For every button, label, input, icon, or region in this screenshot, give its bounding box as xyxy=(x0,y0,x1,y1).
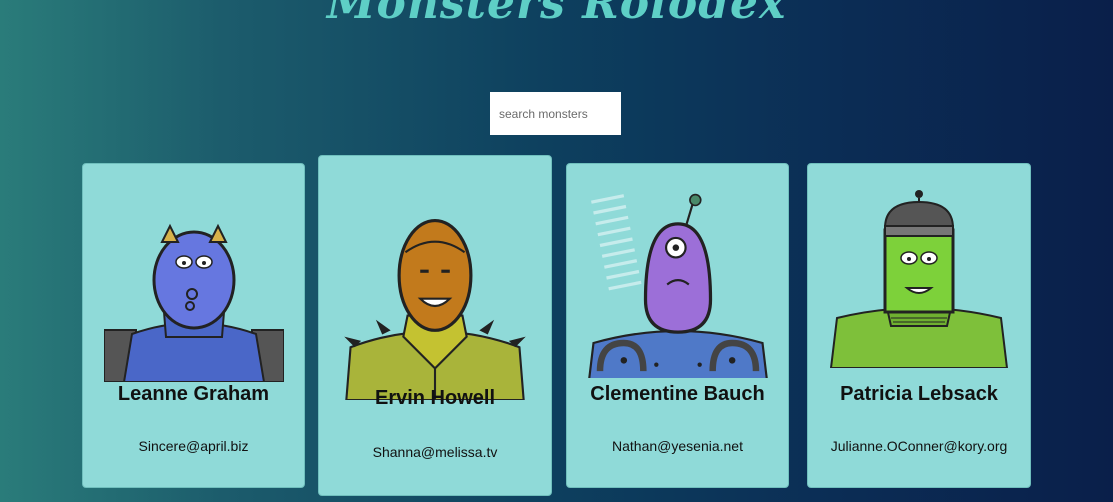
search-input[interactable] xyxy=(490,92,621,135)
monster-card[interactable]: Clementine Bauch Nathan@yesenia.net xyxy=(566,163,789,488)
monster-name: Clementine Bauch xyxy=(590,383,765,405)
monster-card[interactable]: Leanne Graham Sincere@april.biz xyxy=(82,163,305,488)
monster-email: Julianne.OConner@kory.org xyxy=(830,438,1008,454)
blue-horned-monster-icon xyxy=(103,223,284,382)
monster-name: Ervin Howell xyxy=(374,387,496,409)
monster-email: Nathan@yesenia.net xyxy=(612,438,743,454)
green-helmet-monster-icon xyxy=(829,190,1009,368)
purple-cyclops-robot-icon xyxy=(587,193,768,378)
monster-card[interactable]: Patricia Lebsack Julianne.OConner@kory.o… xyxy=(807,163,1031,488)
page-title: Monsters Rolodex xyxy=(326,0,787,29)
monster-card[interactable]: Ervin Howell Shanna@melissa.tv xyxy=(318,155,552,496)
monster-email: Sincere@april.biz xyxy=(138,438,249,454)
orange-masked-monster-icon xyxy=(344,218,526,400)
monster-name: Leanne Graham xyxy=(117,383,270,405)
monster-email: Shanna@melissa.tv xyxy=(372,444,498,460)
monster-name: Patricia Lebsack xyxy=(840,383,998,405)
